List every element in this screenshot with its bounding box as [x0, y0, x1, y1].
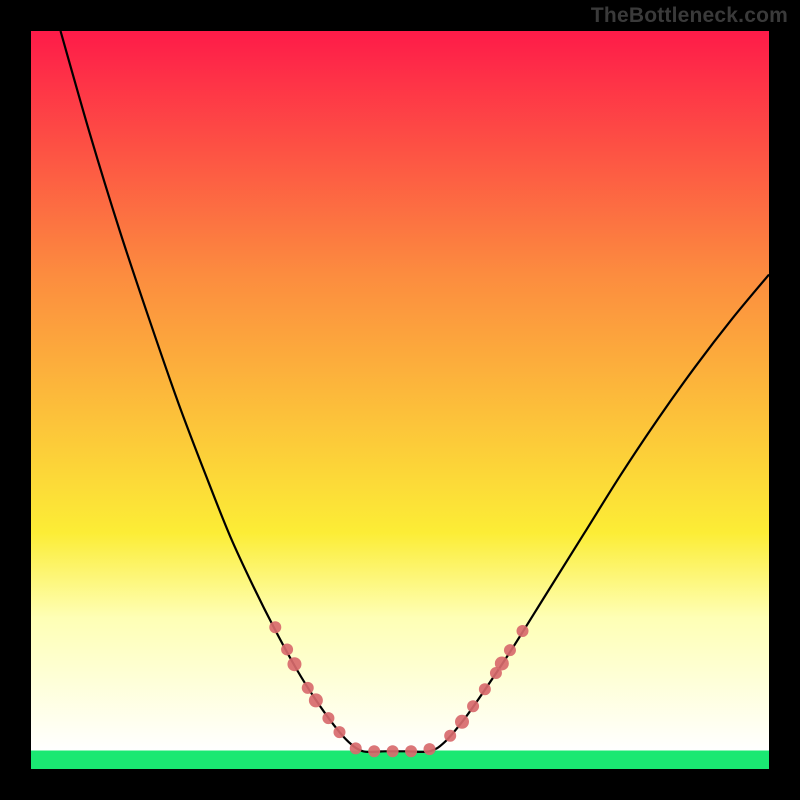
marker-dot	[368, 745, 380, 757]
marker-dot	[350, 742, 362, 754]
marker-dot	[405, 745, 417, 757]
curve-line	[61, 31, 769, 752]
flat-markers	[350, 742, 436, 757]
marker-dot	[504, 644, 516, 656]
watermark-text: TheBottleneck.com	[591, 4, 788, 28]
plot-area	[31, 31, 769, 769]
marker-dot	[269, 621, 281, 633]
marker-dot	[281, 643, 293, 655]
marker-dot	[309, 693, 323, 707]
marker-dot	[455, 715, 469, 729]
marker-dot	[517, 625, 529, 637]
marker-dot	[490, 667, 502, 679]
marker-dot	[467, 700, 479, 712]
marker-dot	[479, 683, 491, 695]
marker-dot	[424, 743, 436, 755]
marker-dot	[444, 730, 456, 742]
marker-dot	[387, 745, 399, 757]
marker-dot	[322, 712, 334, 724]
chart-frame: TheBottleneck.com	[0, 0, 800, 800]
marker-dot	[287, 657, 301, 671]
marker-dot	[302, 682, 314, 694]
marker-dot	[333, 726, 345, 738]
bottleneck-curve	[31, 31, 769, 769]
